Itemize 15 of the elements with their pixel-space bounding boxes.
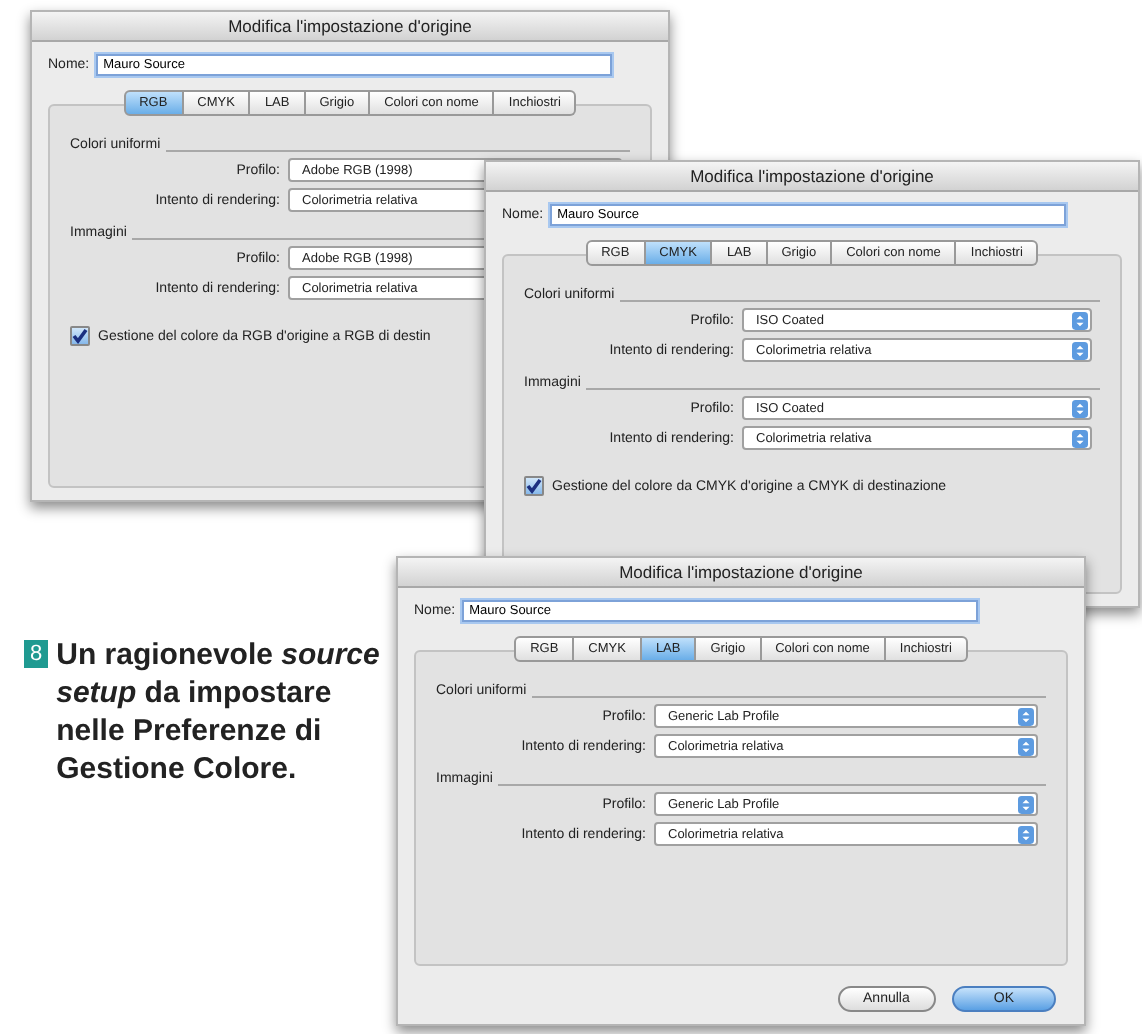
figure-number: 8: [24, 640, 49, 668]
dropdown-arrows-icon: [1072, 341, 1088, 359]
dropdown-arrows-icon: [1072, 399, 1088, 417]
caption-text: Un ragionevole source setup da impostare nelle Preferenze di Gestione Colore.: [56, 636, 382, 788]
dropdown-arrows-icon: [1018, 825, 1034, 843]
dropdown-arrows-icon: [1072, 311, 1088, 329]
dropdown-arrows-icon: [1018, 707, 1034, 725]
dropdown-arrows-icon: [1018, 737, 1034, 755]
checkbox[interactable]: [524, 476, 544, 496]
dropdown-arrows-icon: [1072, 429, 1088, 447]
window-title: Modifica l'impostazione d'origine: [32, 12, 668, 42]
dropdown-arrows-icon: [1018, 795, 1034, 813]
window-title: Modifica l'impostazione d'origine: [486, 162, 1138, 192]
window-title: Modifica l'impostazione d'origine: [398, 558, 1084, 588]
checkbox[interactable]: [70, 326, 90, 346]
